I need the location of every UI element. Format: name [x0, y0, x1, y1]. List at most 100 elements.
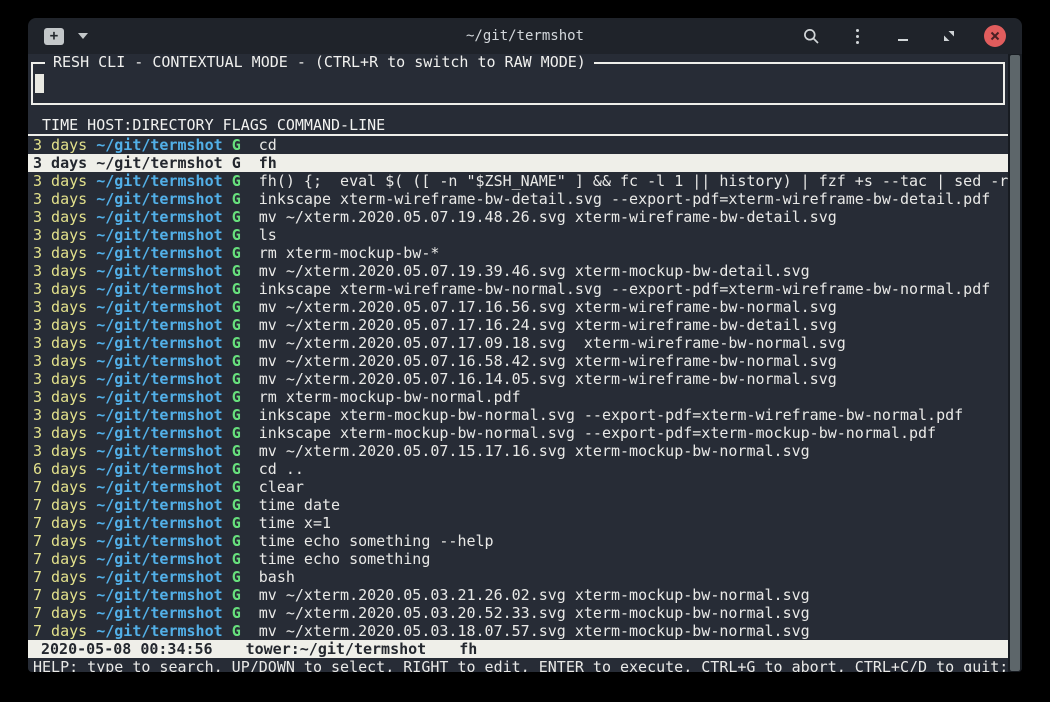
history-row[interactable]: 7 days ~/git/termshot G bash — [28, 568, 1008, 586]
flags-cell: G — [232, 172, 241, 190]
history-row[interactable]: 3 days ~/git/termshot G inkscape xterm-w… — [28, 280, 1008, 298]
history-row[interactable]: 7 days ~/git/termshot G time date — [28, 496, 1008, 514]
directory-cell: ~/git/termshot — [96, 622, 222, 640]
time-cell: 7 days — [33, 586, 87, 604]
history-row[interactable]: 3 days ~/git/termshot G mv ~/xterm.2020.… — [28, 352, 1008, 370]
time-cell: 3 days — [33, 388, 87, 406]
history-row[interactable]: 3 days ~/git/termshot G mv ~/xterm.2020.… — [28, 298, 1008, 316]
history-row[interactable]: 3 days ~/git/termshot G inkscape xterm-w… — [28, 190, 1008, 208]
command-cell: rm xterm-mockup-bw-* — [259, 244, 440, 262]
history-row[interactable]: 3 days ~/git/termshot G fh() {; eval $( … — [28, 172, 1008, 190]
flags-cell: G — [232, 262, 241, 280]
time-cell: 6 days — [33, 460, 87, 478]
flags-cell: G — [232, 136, 241, 154]
history-row[interactable]: 3 days ~/git/termshot G rm xterm-mockup-… — [28, 244, 1008, 262]
directory-cell: ~/git/termshot — [96, 586, 222, 604]
directory-cell: ~/git/termshot — [96, 424, 222, 442]
command-cell: rm xterm-mockup-bw-normal.pdf — [259, 388, 521, 406]
restore-button[interactable] — [938, 25, 960, 47]
flags-cell: G — [232, 298, 241, 316]
tab-list-dropdown[interactable] — [78, 33, 88, 39]
directory-cell: ~/git/termshot — [96, 352, 222, 370]
command-cell: clear — [259, 478, 304, 496]
flags-cell: G — [232, 280, 241, 298]
history-row[interactable]: 7 days ~/git/termshot G mv ~/xterm.2020.… — [28, 586, 1008, 604]
flags-cell: G — [232, 604, 241, 622]
scrollbar-thumb[interactable] — [1010, 55, 1020, 671]
history-row[interactable]: 7 days ~/git/termshot G time x=1 — [28, 514, 1008, 532]
time-cell: 7 days — [33, 496, 87, 514]
directory-cell: ~/git/termshot — [96, 568, 222, 586]
history-row[interactable]: 3 days ~/git/termshot G fh — [28, 154, 1008, 172]
history-row[interactable]: 3 days ~/git/termshot G mv ~/xterm.2020.… — [28, 334, 1008, 352]
flags-cell: G — [232, 316, 241, 334]
command-cell: mv ~/xterm.2020.05.03.18.07.57.svg xterm… — [259, 622, 810, 640]
command-cell: time echo something --help — [259, 532, 494, 550]
history-row[interactable]: 3 days ~/git/termshot G mv ~/xterm.2020.… — [28, 316, 1008, 334]
history-row[interactable]: 6 days ~/git/termshot G cd .. — [28, 460, 1008, 478]
new-tab-button[interactable]: + — [44, 28, 64, 45]
history-row[interactable]: 3 days ~/git/termshot G mv ~/xterm.2020.… — [28, 370, 1008, 388]
help-line: HELP: type to search, UP/DOWN to select,… — [28, 658, 1008, 672]
time-cell: 3 days — [33, 370, 87, 388]
command-cell: inkscape xterm-wireframe-bw-normal.svg -… — [259, 280, 991, 298]
directory-cell: ~/git/termshot — [96, 496, 222, 514]
history-row[interactable]: 3 days ~/git/termshot G rm xterm-mockup-… — [28, 388, 1008, 406]
time-cell: 7 days — [33, 622, 87, 640]
minimize-icon — [898, 39, 908, 41]
history-row[interactable]: 3 days ~/git/termshot G mv ~/xterm.2020.… — [28, 442, 1008, 460]
flags-cell: G — [232, 190, 241, 208]
close-button[interactable] — [984, 25, 1006, 47]
flags-cell: G — [232, 244, 241, 262]
time-cell: 7 days — [33, 478, 87, 496]
flags-cell: G — [232, 370, 241, 388]
history-row[interactable]: 7 days ~/git/termshot G mv ~/xterm.2020.… — [28, 622, 1008, 640]
command-cell: mv ~/xterm.2020.05.03.21.26.02.svg xterm… — [259, 586, 810, 604]
history-row[interactable]: 3 days ~/git/termshot G cd — [28, 136, 1008, 154]
status-host-directory: tower:~/git/termshot — [246, 640, 427, 658]
scrollbar — [1008, 54, 1022, 672]
history-row[interactable]: 3 days ~/git/termshot G inkscape xterm-m… — [28, 406, 1008, 424]
minimize-button[interactable] — [892, 25, 914, 47]
directory-cell: ~/git/termshot — [96, 442, 222, 460]
status-command: fh — [459, 640, 477, 658]
directory-cell: ~/git/termshot — [96, 280, 222, 298]
history-row[interactable]: 7 days ~/git/termshot G clear — [28, 478, 1008, 496]
time-cell: 3 days — [33, 136, 87, 154]
time-cell: 7 days — [33, 568, 87, 586]
flags-cell: G — [232, 568, 241, 586]
menu-button[interactable] — [846, 25, 868, 47]
history-row[interactable]: 3 days ~/git/termshot G mv ~/xterm.2020.… — [28, 208, 1008, 226]
resh-search-input[interactable]: RESH CLI - CONTEXTUAL MODE - (CTRL+R to … — [31, 62, 1005, 105]
time-cell: 3 days — [33, 334, 87, 352]
directory-cell: ~/git/termshot — [96, 370, 222, 388]
flags-cell: G — [232, 550, 241, 568]
command-cell: time x=1 — [259, 514, 331, 532]
time-cell: 7 days — [33, 550, 87, 568]
search-button[interactable] — [800, 25, 822, 47]
directory-cell: ~/git/termshot — [96, 226, 222, 244]
command-cell: time date — [259, 496, 340, 514]
directory-cell: ~/git/termshot — [96, 298, 222, 316]
command-cell: inkscape xterm-mockup-bw-normal.svg --ex… — [259, 406, 963, 424]
flags-cell: G — [232, 352, 241, 370]
history-row[interactable]: 7 days ~/git/termshot G mv ~/xterm.2020.… — [28, 604, 1008, 622]
history-row[interactable]: 3 days ~/git/termshot G inkscape xterm-m… — [28, 424, 1008, 442]
command-cell: mv ~/xterm.2020.05.07.15.17.16.svg xterm… — [259, 442, 810, 460]
time-cell: 3 days — [33, 262, 87, 280]
history-list: 3 days ~/git/termshot G cd3 days ~/git/t… — [28, 136, 1008, 640]
history-row[interactable]: 3 days ~/git/termshot G mv ~/xterm.2020.… — [28, 262, 1008, 280]
history-row[interactable]: 7 days ~/git/termshot G time echo someth… — [28, 532, 1008, 550]
history-row[interactable]: 7 days ~/git/termshot G time echo someth… — [28, 550, 1008, 568]
search-box-label: RESH CLI - CONTEXTUAL MODE - (CTRL+R to … — [45, 54, 594, 71]
command-cell: mv ~/xterm.2020.05.07.17.16.56.svg xterm… — [259, 298, 837, 316]
close-icon — [990, 31, 1000, 41]
command-cell: mv ~/xterm.2020.05.07.17.09.18.svg xterm… — [259, 334, 846, 352]
time-cell: 3 days — [33, 226, 87, 244]
flags-cell: G — [232, 226, 241, 244]
time-cell: 7 days — [33, 514, 87, 532]
time-cell: 3 days — [33, 154, 87, 172]
command-cell: cd .. — [259, 460, 304, 478]
flags-cell: G — [232, 460, 241, 478]
history-row[interactable]: 3 days ~/git/termshot G ls — [28, 226, 1008, 244]
